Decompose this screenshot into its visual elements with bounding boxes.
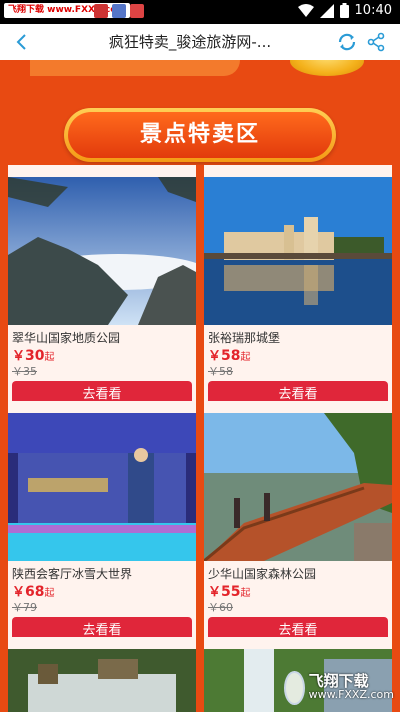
attraction-price: ￥58起: [208, 348, 251, 364]
attraction-card[interactable]: 张裕瑞那城堡 ￥58起 ￥58 去看看: [204, 165, 392, 413]
attraction-name: 翠华山国家地质公园: [12, 331, 121, 345]
refresh-icon[interactable]: [336, 31, 358, 53]
watermark-line1: 飞翔下载: [308, 672, 369, 690]
attraction-photo: [8, 177, 196, 325]
section-banner: 景点特卖区: [0, 60, 400, 165]
attraction-photo: [204, 413, 392, 561]
watermark-logo-icon: [284, 671, 305, 705]
watermark-logo: 飞翔下载 www.FXXZ.com: [4, 3, 130, 18]
clock: 10:40: [354, 3, 392, 18]
attraction-name: 陕西会客厅冰雪大世界: [12, 567, 133, 581]
coin-decoration: [290, 60, 364, 76]
banner-decoration: [30, 60, 240, 76]
attraction-card[interactable]: 陕西会客厅冰雪大世界 ￥68起 ￥79 去看看: [8, 401, 196, 649]
attraction-price: ￥68起: [12, 584, 55, 600]
notification-icon: [94, 4, 108, 18]
battery-icon: [339, 3, 349, 18]
original-price: ￥58: [208, 365, 233, 378]
attraction-card[interactable]: 翠华山国家地质公园 ￥30起 ￥35 去看看: [8, 165, 196, 413]
attractions-grid: 翠华山国家地质公园 ￥30起 ￥35 去看看 张裕瑞那城堡 ￥58起 ￥58 去…: [0, 165, 400, 712]
original-price: ￥79: [12, 601, 37, 614]
original-price: ￥60: [208, 601, 233, 614]
app-header: 疯狂特卖_骏途旅游网-...: [0, 24, 400, 60]
notification-icon: [112, 4, 126, 18]
watermark-line2: www.FXXZ.com: [308, 688, 394, 701]
attraction-photo: [8, 413, 196, 561]
notification-icon: [130, 4, 144, 18]
attraction-card[interactable]: 少华山国家森林公园 ￥55起 ￥60 去看看: [204, 401, 392, 649]
attraction-name: 张裕瑞那城堡: [208, 331, 281, 345]
attraction-photo: [8, 649, 196, 712]
section-title: 景点特卖区: [68, 112, 332, 158]
watermark: 飞翔下载 www.FXXZ.com: [284, 668, 394, 708]
attraction-photo: [204, 177, 392, 325]
status-bar: 飞翔下载 www.FXXZ.com 10:40: [0, 0, 400, 24]
section-title-pill: 景点特卖区: [64, 108, 336, 162]
attraction-card[interactable]: [8, 637, 196, 712]
page-title: 疯狂特卖_骏途旅游网-...: [108, 33, 272, 51]
attraction-price: ￥30起: [12, 348, 55, 364]
signal-icon: [319, 3, 334, 18]
attraction-price: ￥55起: [208, 584, 251, 600]
original-price: ￥35: [12, 365, 37, 378]
back-icon[interactable]: [12, 32, 32, 52]
wifi-icon: [297, 3, 314, 18]
share-icon[interactable]: [366, 32, 386, 52]
attraction-name: 少华山国家森林公园: [208, 567, 317, 581]
